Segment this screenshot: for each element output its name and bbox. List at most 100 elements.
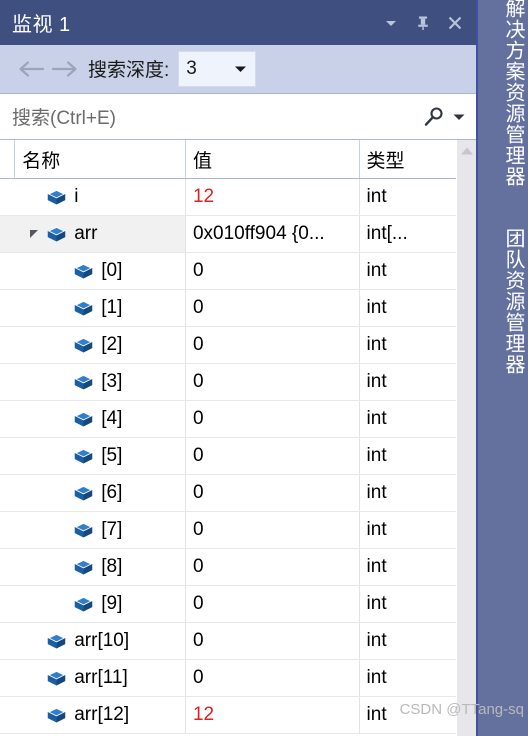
variable-name: [6] <box>101 482 123 503</box>
name-content: [0] <box>22 253 185 289</box>
cell-name[interactable]: [4] <box>15 401 186 437</box>
search-depth-combo[interactable]: 3 <box>178 50 257 87</box>
cell-value[interactable]: 0x010ff904 {0... <box>186 216 360 252</box>
cell-value[interactable]: 0 <box>186 327 360 363</box>
scroll-track[interactable] <box>457 162 477 736</box>
table-row[interactable]: [0] 0 int <box>0 253 456 290</box>
vertical-scrollbar[interactable] <box>456 140 476 736</box>
expander-expanded[interactable] <box>22 227 46 241</box>
row-gutter <box>0 401 15 437</box>
cell-name[interactable]: arr[12] <box>15 697 186 733</box>
cell-name[interactable]: [9] <box>15 586 186 622</box>
window-dropdown-button[interactable] <box>376 7 406 39</box>
column-header-name[interactable]: 名称 <box>15 140 186 178</box>
cell-value[interactable]: 0 <box>186 290 360 326</box>
grid-rows: i 12 int arr 0x010ff904 {0... int[... [0] 0 int[… <box>0 179 456 734</box>
row-gutter <box>0 179 15 215</box>
variable-box-icon <box>47 226 66 241</box>
variable-name: [5] <box>101 445 123 466</box>
chevron-down-icon <box>235 66 247 72</box>
cell-value[interactable]: 0 <box>186 549 360 585</box>
cell-name[interactable]: arr <box>15 216 186 252</box>
cell-type: int <box>366 519 387 540</box>
cell-name[interactable]: [3] <box>15 364 186 400</box>
cell-name[interactable]: [2] <box>15 327 186 363</box>
row-gutter <box>0 253 15 289</box>
side-tab-solution-explorer[interactable]: 解决方案资源管理器 <box>478 0 528 208</box>
cell-value[interactable]: 12 <box>186 697 360 733</box>
variable-name: i <box>74 186 79 207</box>
variable-name: [0] <box>101 260 123 281</box>
triangle-expanded-icon <box>30 230 39 238</box>
search-input[interactable]: 搜索(Ctrl+E) <box>12 103 422 130</box>
cell-value[interactable]: 0 <box>186 623 360 659</box>
watch-grid: 名称 值 类型 i 12 int arr 0x010ff904 {0... int[...… <box>0 140 456 736</box>
table-row[interactable]: arr[11] 0 int <box>0 660 456 697</box>
window-title: 监视 1 <box>12 14 71 36</box>
table-row[interactable]: [9] 0 int <box>0 586 456 623</box>
close-button[interactable] <box>440 7 470 39</box>
table-row[interactable]: arr 0x010ff904 {0... int[... <box>0 216 456 253</box>
table-row[interactable]: i 12 int <box>0 179 456 216</box>
side-tab-team-explorer[interactable]: 团队资源管理器 <box>478 228 528 418</box>
row-gutter <box>0 623 15 659</box>
cell-name[interactable]: [7] <box>15 512 186 548</box>
magnifier-icon[interactable] <box>422 105 446 129</box>
search-depth-value: 3 <box>186 57 197 79</box>
table-row[interactable]: [1] 0 int <box>0 290 456 327</box>
cell-value[interactable]: 0 <box>186 253 360 289</box>
watch-grid-area: 名称 值 类型 i 12 int arr 0x010ff904 {0... int[...… <box>0 140 476 736</box>
variable-name: [4] <box>101 408 123 429</box>
variable-name: [1] <box>101 297 123 318</box>
cell-value[interactable]: 0 <box>186 660 360 696</box>
table-row[interactable]: [8] 0 int <box>0 549 456 586</box>
cell-type: int <box>366 556 387 577</box>
scroll-up-button[interactable] <box>457 140 477 162</box>
table-row[interactable]: [4] 0 int <box>0 401 456 438</box>
table-row[interactable]: arr[12] 12 int <box>0 697 456 734</box>
search-bar[interactable]: 搜索(Ctrl+E) <box>0 93 476 140</box>
row-gutter <box>0 697 15 733</box>
name-content: [5] <box>22 438 185 474</box>
table-row[interactable]: arr[10] 0 int <box>0 623 456 660</box>
pin-button[interactable] <box>408 7 438 39</box>
cell-name[interactable]: arr[10] <box>15 623 186 659</box>
table-row[interactable]: [7] 0 int <box>0 512 456 549</box>
variable-name: [9] <box>101 593 123 614</box>
cell-value[interactable]: 0 <box>186 475 360 511</box>
variable-box-icon <box>74 596 93 611</box>
cell-value[interactable]: 0 <box>186 586 360 622</box>
name-content: [4] <box>22 401 185 437</box>
side-tab-strip: 解决方案资源管理器 团队资源管理器 <box>478 0 528 736</box>
triangle-up-icon <box>460 147 473 155</box>
table-row[interactable]: [6] 0 int <box>0 475 456 512</box>
column-header-value[interactable]: 值 <box>186 140 360 178</box>
forward-button[interactable] <box>48 52 82 86</box>
search-bar-icons <box>422 105 466 129</box>
cell-value[interactable]: 0 <box>186 512 360 548</box>
cell-name[interactable]: [0] <box>15 253 186 289</box>
column-header-type[interactable]: 类型 <box>360 140 456 178</box>
chevron-down-icon[interactable] <box>452 112 466 122</box>
cell-name[interactable]: i <box>15 179 186 215</box>
table-row[interactable]: [3] 0 int <box>0 364 456 401</box>
cell-value[interactable]: 12 <box>186 179 360 215</box>
cell-name[interactable]: [6] <box>15 475 186 511</box>
cell-name[interactable]: [8] <box>15 549 186 585</box>
table-row[interactable]: [2] 0 int <box>0 327 456 364</box>
variable-box-icon <box>47 189 66 204</box>
back-button[interactable] <box>14 52 48 86</box>
cell-type: int <box>366 260 387 281</box>
cell-value[interactable]: 0 <box>186 401 360 437</box>
window-controls <box>376 7 470 39</box>
cell-name[interactable]: arr[11] <box>15 660 186 696</box>
row-gutter <box>0 586 15 622</box>
grid-header-row: 名称 值 类型 <box>0 140 456 179</box>
variable-name: [8] <box>101 556 123 577</box>
cell-value[interactable]: 0 <box>186 364 360 400</box>
name-content: [6] <box>22 475 185 511</box>
cell-name[interactable]: [1] <box>15 290 186 326</box>
cell-value[interactable]: 0 <box>186 438 360 474</box>
table-row[interactable]: [5] 0 int <box>0 438 456 475</box>
cell-name[interactable]: [5] <box>15 438 186 474</box>
